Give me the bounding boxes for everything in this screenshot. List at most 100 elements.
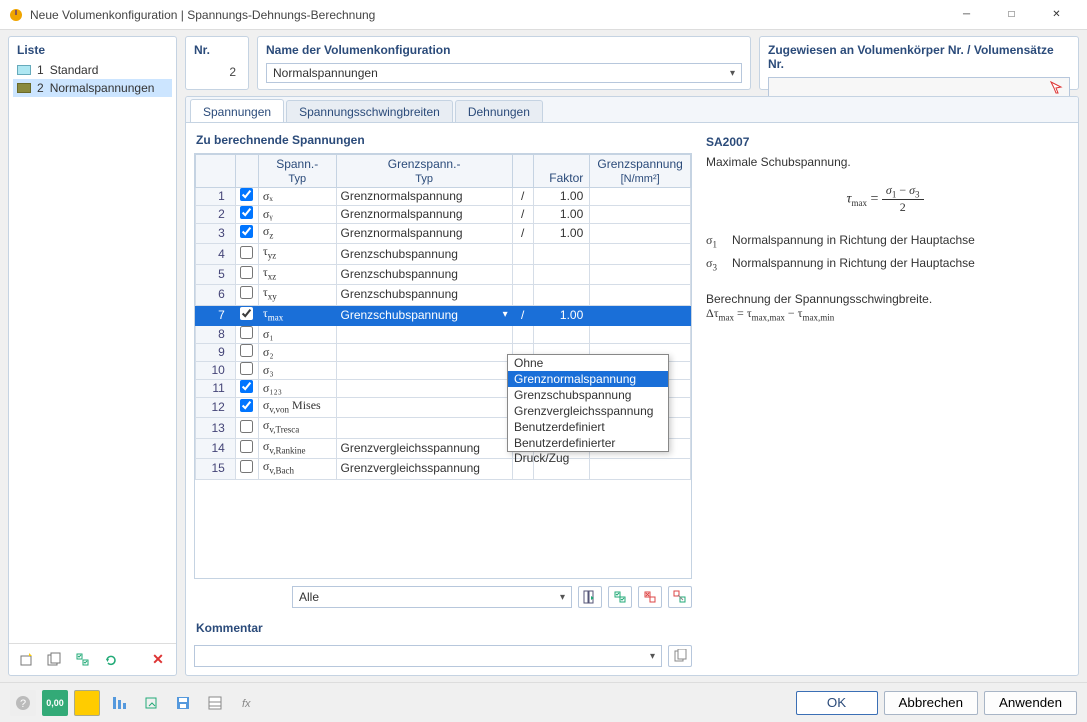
grenz-cell[interactable]: Grenzschubspannung [336,285,512,305]
row-checkbox[interactable] [240,380,253,393]
units-icon[interactable]: 0,00 [42,690,68,716]
grenz-cell[interactable]: Grenznormalspannung [336,224,512,244]
grenz-cell[interactable]: Grenzvergleichsspannung [336,459,512,479]
limit-cell[interactable] [590,285,691,305]
spann-cell[interactable]: τmax [258,305,336,325]
spann-cell[interactable]: τxz [258,264,336,284]
grenz-cell[interactable] [336,379,512,397]
spann-cell[interactable]: σv,von Mises [258,397,336,417]
apply-button[interactable]: Anwenden [984,691,1077,715]
kommentar-library-icon[interactable] [668,645,692,667]
pick-object-icon[interactable] [1047,78,1065,96]
spann-cell[interactable]: σz [258,224,336,244]
tab-spannungen[interactable]: Spannungen [190,99,284,122]
assign-input[interactable] [768,77,1070,97]
row-checkbox[interactable] [240,440,253,453]
spann-cell[interactable]: σv,Tresca [258,418,336,438]
list-item[interactable]: 2 Normalspannungen [13,79,172,97]
limit-cell[interactable] [590,244,691,264]
faktor-cell[interactable] [533,325,590,343]
grenz-cell[interactable]: Grenznormalspannung [336,188,512,206]
cancel-button[interactable]: Abbrechen [884,691,978,715]
columns-icon[interactable] [578,586,602,608]
close-button[interactable]: ✕ [1034,1,1079,29]
faktor-cell[interactable]: 1.00 [533,206,590,224]
row-checkbox[interactable] [240,362,253,375]
spann-cell[interactable]: τyz [258,244,336,264]
dropdown-item[interactable]: Ohne [508,355,668,371]
grenz-cell[interactable] [336,361,512,379]
dropdown-item[interactable]: Grenznormalspannung [508,371,668,387]
row-checkbox[interactable] [240,188,253,201]
sort-icon[interactable] [106,690,132,716]
limit-cell[interactable] [590,188,691,206]
limit-cell[interactable] [590,325,691,343]
spann-cell[interactable]: σ₁₂₃ [258,379,336,397]
grenz-cell[interactable]: Grenzschubspannung [336,244,512,264]
minimize-button[interactable]: ─ [944,1,989,29]
spann-cell[interactable]: σₓ [258,188,336,206]
limit-cell[interactable] [590,264,691,284]
table-row[interactable]: 8σ₁ [196,325,691,343]
reset-icon[interactable] [668,586,692,608]
dropdown-item[interactable]: Benutzerdefiniert [508,419,668,435]
tab-schwingbreiten[interactable]: Spannungsschwingbreiten [286,100,453,122]
new-item-icon[interactable] [15,648,39,672]
table-row[interactable]: 5τxzGrenzschubspannung [196,264,691,284]
grenz-cell[interactable] [336,397,512,417]
grenz-cell[interactable] [336,418,512,438]
grenz-cell[interactable]: Grenzschubspannung▾ [336,305,512,325]
grenz-dropdown[interactable]: OhneGrenznormalspannungGrenzschubspannun… [507,354,669,452]
table-row[interactable]: 15σv,BachGrenzvergleichsspannung [196,459,691,479]
faktor-cell[interactable] [533,285,590,305]
grenz-cell[interactable]: Grenzschubspannung [336,264,512,284]
grenz-cell[interactable] [336,343,512,361]
spann-cell[interactable]: σ₂ [258,343,336,361]
delete-item-icon[interactable]: ✕ [146,648,170,672]
faktor-cell[interactable]: 1.00 [533,224,590,244]
spann-cell[interactable]: σ₁ [258,325,336,343]
save-icon[interactable] [170,690,196,716]
spann-cell[interactable]: σv,Rankine [258,438,336,458]
function-icon[interactable]: fx [234,690,260,716]
refresh-icon[interactable] [99,648,123,672]
dropdown-item[interactable]: Benutzerdefinierter Druck/Zug [508,435,668,451]
limit-cell[interactable] [590,305,691,325]
table-row[interactable]: 6τxyGrenzschubspannung [196,285,691,305]
list-item[interactable]: 1 Standard [13,61,172,79]
nr-value[interactable]: 2 [186,61,248,83]
dropdown-item[interactable]: Grenzschubspannung [508,387,668,403]
maximize-button[interactable]: □ [989,1,1034,29]
tab-dehnungen[interactable]: Dehnungen [455,100,543,122]
table-row[interactable]: 1σₓGrenznormalspannung/1.00 [196,188,691,206]
spann-cell[interactable]: σᵧ [258,206,336,224]
limit-cell[interactable] [590,224,691,244]
row-checkbox[interactable] [240,286,253,299]
row-checkbox[interactable] [240,399,253,412]
export-icon[interactable] [138,690,164,716]
faktor-cell[interactable] [533,244,590,264]
row-checkbox[interactable] [240,206,253,219]
dropdown-item[interactable]: Grenzvergleichsspannung [508,403,668,419]
spann-cell[interactable]: τxy [258,285,336,305]
row-checkbox[interactable] [240,246,253,259]
uncheck-all-icon[interactable] [638,586,662,608]
row-checkbox[interactable] [240,420,253,433]
grenz-cell[interactable]: Grenzvergleichsspannung [336,438,512,458]
row-checkbox[interactable] [240,460,253,473]
kommentar-input[interactable]: ▾ [194,645,662,667]
copy-item-icon[interactable] [43,648,67,672]
table-row[interactable]: 3σzGrenznormalspannung/1.00 [196,224,691,244]
table-row[interactable]: 4τyzGrenzschubspannung [196,244,691,264]
faktor-cell[interactable]: 1.00 [533,305,590,325]
spann-cell[interactable]: σv,Bach [258,459,336,479]
spann-cell[interactable]: σ₃ [258,361,336,379]
name-select[interactable]: Normalspannungen ▾ [266,63,742,83]
ok-button[interactable]: OK [796,691,878,715]
limit-cell[interactable] [590,206,691,224]
color-icon[interactable] [74,690,100,716]
faktor-cell[interactable]: 1.00 [533,188,590,206]
filter-select[interactable]: Alle ▾ [292,586,572,608]
limit-cell[interactable] [590,459,691,479]
help-icon[interactable]: ? [10,690,36,716]
